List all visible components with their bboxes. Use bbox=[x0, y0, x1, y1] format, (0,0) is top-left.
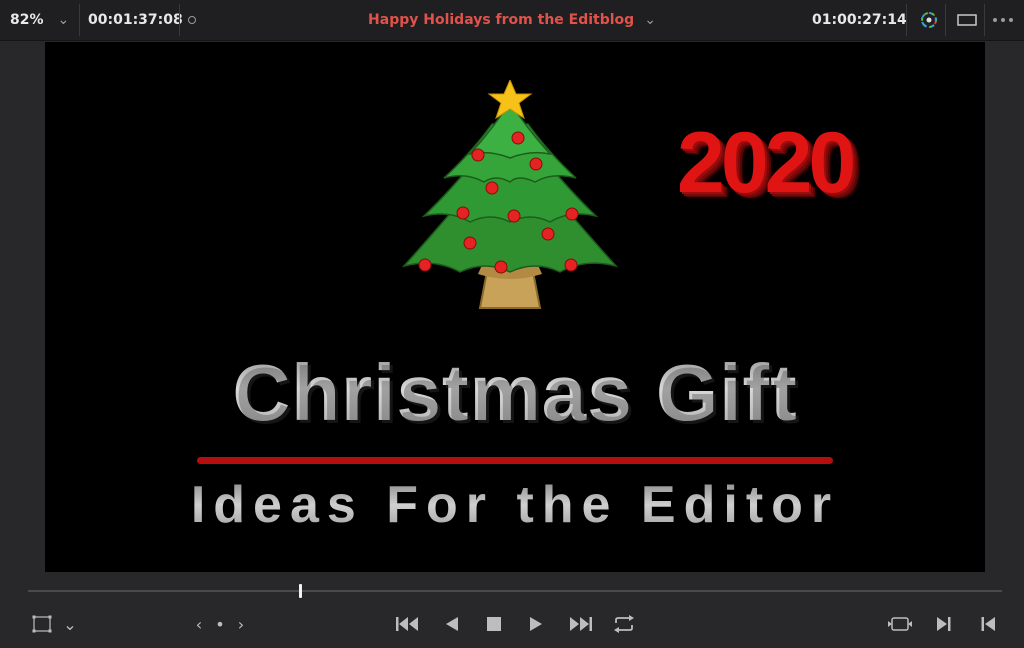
clip-nav[interactable]: ‹ • › bbox=[192, 612, 252, 636]
transform-icon[interactable] bbox=[30, 612, 54, 636]
zoom-dropdown[interactable]: 82% ⌄ bbox=[10, 0, 80, 40]
subtitle: Ideas For the Editor bbox=[45, 475, 985, 535]
viewer-header: 82% ⌄ 00:01:37:08 Happy Holidays from th… bbox=[0, 0, 1024, 41]
playhead[interactable] bbox=[299, 584, 303, 598]
christmas-tree-graphic bbox=[401, 80, 619, 309]
timeline-title[interactable]: Happy Holidays from the Editblog bbox=[368, 12, 634, 28]
color-wheel-icon[interactable] bbox=[917, 8, 941, 32]
video-viewer[interactable]: 2020 Christmas Gift Ideas For the Editor bbox=[45, 42, 985, 572]
rectangle-icon[interactable] bbox=[955, 8, 979, 32]
year-title: 2020 bbox=[677, 115, 856, 211]
divider bbox=[179, 4, 180, 36]
more-dots-icon[interactable] bbox=[991, 8, 1015, 32]
next-edit-icon[interactable] bbox=[932, 612, 956, 636]
source-timecode[interactable]: 00:01:37:08 bbox=[88, 0, 183, 40]
divider bbox=[984, 4, 985, 36]
prev-edit-icon[interactable] bbox=[976, 612, 1000, 636]
divider bbox=[906, 4, 907, 36]
play-reverse-icon[interactable] bbox=[440, 612, 464, 636]
headline-title: Christmas Gift bbox=[45, 347, 985, 439]
red-underline bbox=[197, 457, 833, 464]
loop-icon[interactable] bbox=[610, 612, 638, 636]
chevron-down-icon: ⌄ bbox=[57, 12, 70, 28]
divider bbox=[79, 4, 80, 36]
play-icon[interactable] bbox=[524, 612, 548, 636]
jump-to-start-icon[interactable] bbox=[394, 612, 422, 636]
chevron-down-icon[interactable]: ⌄ bbox=[60, 612, 80, 636]
stop-icon[interactable] bbox=[482, 612, 506, 636]
divider bbox=[945, 4, 946, 36]
scrub-bar[interactable] bbox=[28, 590, 1002, 592]
circle-dot-icon[interactable] bbox=[188, 0, 198, 40]
chevron-down-icon[interactable]: ⌄ bbox=[644, 12, 656, 28]
zoom-level: 82% bbox=[10, 12, 44, 28]
match-frame-icon[interactable] bbox=[886, 612, 914, 636]
jump-to-end-icon[interactable] bbox=[566, 612, 594, 636]
record-timecode[interactable]: 01:00:27:14 bbox=[812, 0, 907, 40]
